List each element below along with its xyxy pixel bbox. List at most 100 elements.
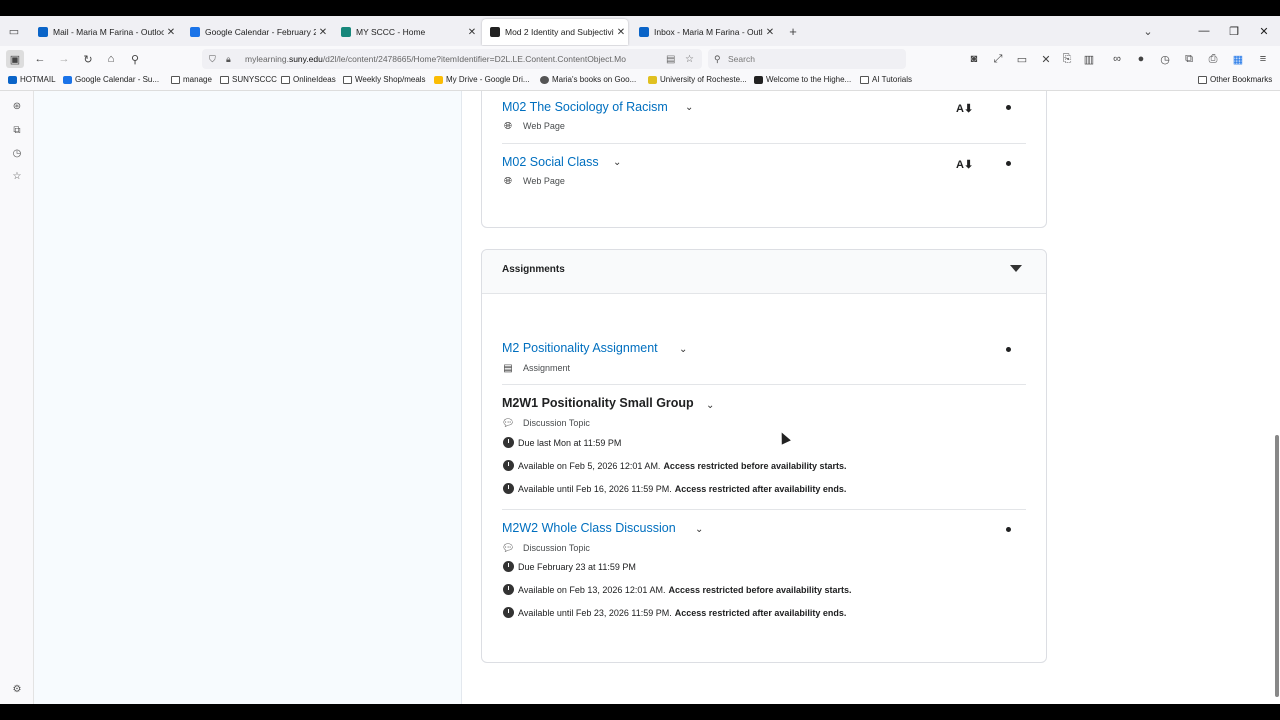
bookmarks-star-icon[interactable]: ☆ <box>11 170 23 182</box>
item-type: 💬︎ Discussion Topic <box>501 417 590 429</box>
bookmark-item[interactable]: University of Rocheste... <box>648 75 747 84</box>
grid-extension-icon[interactable]: ▦ <box>1229 50 1247 68</box>
bookmark-label: SUNYSCCC <box>232 75 277 84</box>
bookmark-item[interactable]: OnlineIdeas <box>281 75 336 84</box>
back-button[interactable]: ← <box>31 50 49 68</box>
search-icon: ⚲ <box>714 53 721 64</box>
bookmark-star-icon[interactable]: ☆ <box>685 54 694 65</box>
screenshot-icon[interactable]: ◙ <box>965 50 983 68</box>
bookmark-item[interactable]: HOTMAIL <box>8 75 56 84</box>
bookmarks-bar: HOTMAIL Google Calendar - Su... manage SUNY… <box>0 72 1280 91</box>
container-icon[interactable]: ▭ <box>1013 50 1031 68</box>
completion-dot[interactable] <box>1006 527 1011 532</box>
url-text[interactable]: mylearning.suny.edu/d2l/le/content/24786… <box>245 54 660 64</box>
folder-icon <box>171 75 180 84</box>
completion-dot[interactable] <box>1006 161 1011 166</box>
browser-tab[interactable]: Google Calendar - February 202 ✕ <box>182 19 330 45</box>
print-icon[interactable]: ⎙ <box>1204 50 1222 68</box>
search-input[interactable]: ⚲ Search <box>708 49 906 69</box>
due-date-row: Due February 23 at 11:59 PM <box>503 561 636 572</box>
jar-icon[interactable]: ▥ <box>1080 50 1098 68</box>
minimize-button[interactable]: — <box>1189 16 1219 46</box>
bookmark-item[interactable]: Other Bookmarks <box>1198 75 1272 84</box>
chevron-down-icon[interactable]: ⌄ <box>613 157 621 168</box>
reader-view-icon[interactable]: ▤ <box>666 54 675 65</box>
sidebar-toggle-icon[interactable]: ▣ <box>6 50 24 68</box>
assignment-icon: ▤ <box>503 362 513 374</box>
chevron-down-icon[interactable]: ⌄ <box>695 524 703 535</box>
completion-dot[interactable] <box>1006 105 1011 110</box>
glasses-icon[interactable]: ∞ <box>1108 50 1126 68</box>
d2l-icon <box>490 27 500 37</box>
list-tabs-icon[interactable]: ⌄ <box>1139 22 1157 40</box>
close-tab-icon[interactable]: ✕ <box>763 27 777 38</box>
item-title-link[interactable]: M02 Social Class <box>502 155 599 169</box>
close-tab-icon[interactable]: ✕ <box>164 27 178 38</box>
reload-button[interactable]: ↻ <box>79 50 97 68</box>
folder-icon <box>860 75 869 84</box>
extension-icon[interactable]: ⚲ <box>126 50 144 68</box>
bookmark-item[interactable]: Google Calendar - Su... <box>63 75 159 84</box>
history-icon[interactable]: ◷ <box>11 147 23 159</box>
folder-icon <box>220 75 229 84</box>
browser-tab[interactable]: Mail - Maria M Farina - Outlook ✕ <box>30 19 178 45</box>
browser-tab[interactable]: Inbox - Maria M Farina - Outlo ✕ <box>631 19 777 45</box>
bookmark-item[interactable]: Welcome to the Highe... <box>754 75 851 84</box>
completion-dot[interactable] <box>1006 347 1011 352</box>
chevron-down-icon[interactable]: ⌄ <box>706 400 714 411</box>
menu-icon[interactable]: ≡ <box>1254 50 1272 68</box>
ai-chat-icon[interactable]: ⊛ <box>11 100 23 112</box>
bookmark-item[interactable]: AI Tutorials <box>860 75 912 84</box>
clock-icon <box>503 584 514 595</box>
item-title: M2W1 Positionality Small Group <box>502 396 694 410</box>
bookmark-item[interactable]: My Drive - Google Dri... <box>434 75 530 84</box>
bookmark-item[interactable]: Weekly Shop/meals <box>343 75 426 84</box>
download-sort-icon[interactable]: A⬇ <box>956 158 973 171</box>
close-tab-icon[interactable]: ✕ <box>316 27 330 38</box>
close-tab-icon[interactable]: ✕ <box>465 27 479 38</box>
item-title-link[interactable]: M2W2 Whole Class Discussion <box>502 521 676 535</box>
globe-icon: 🌐︎ <box>504 120 512 132</box>
browser-tab[interactable]: Mod 2 Identity and Subjectivity ✕ <box>482 19 628 45</box>
item-title-link[interactable]: M2 Positionality Assignment <box>502 341 658 355</box>
chevron-down-icon[interactable]: ⌄ <box>679 344 687 355</box>
download-sort-icon[interactable]: A⬇ <box>956 102 973 115</box>
divider <box>502 143 1026 144</box>
info-extension-icon[interactable]: ● <box>1132 50 1150 68</box>
course-navigation-pane <box>34 91 462 704</box>
tab-label: MY SCCC - Home <box>356 27 426 37</box>
item-title-link[interactable]: M02 The Sociology of Racism <box>502 100 668 114</box>
bookmark-label: Maria's books on Goo... <box>552 75 637 84</box>
settings-gear-icon[interactable]: ⚙ <box>11 683 23 695</box>
tab-overview-icon[interactable]: ▭ <box>5 22 23 40</box>
lock-icon[interactable]: 🔒︎ <box>226 54 231 65</box>
maximize-button[interactable]: ❐ <box>1219 16 1249 46</box>
forward-button[interactable]: → <box>55 50 73 68</box>
address-bar[interactable]: ⛉ 🔒︎ mylearning.suny.edu/d2l/le/content/… <box>202 49 702 69</box>
bookmark-item[interactable]: manage <box>171 75 212 84</box>
bookmark-item[interactable]: SUNYSCCC <box>220 75 277 84</box>
browser-tab[interactable]: MY SCCC - Home ✕ <box>333 19 479 45</box>
synced-tabs-icon[interactable]: ⧉ <box>11 124 23 136</box>
x-extension-icon[interactable]: ✕ <box>1037 50 1055 68</box>
new-tab-button[interactable]: + <box>784 22 802 40</box>
collapse-triangle-icon[interactable] <box>1010 265 1022 272</box>
bookmark-item[interactable]: Maria's books on Goo... <box>540 75 636 84</box>
folder-icon <box>281 75 290 84</box>
extensions-icon[interactable]: ⧉ <box>1180 50 1198 68</box>
expand-icon[interactable]: ⤢ <box>989 50 1007 68</box>
home-button[interactable]: ⌂ <box>102 50 120 68</box>
tracking-shield-icon[interactable]: ⛉ <box>209 54 216 65</box>
close-window-button[interactable]: ✕ <box>1249 16 1279 46</box>
tab-strip: ▭ Mail - Maria M Farina - Outlook ✕ Google… <box>0 16 1280 46</box>
assignments-header[interactable]: Assignments <box>482 250 1046 294</box>
bookmark-label: Weekly Shop/meals <box>355 75 426 84</box>
item-type: 💬︎ Discussion Topic <box>501 542 590 554</box>
close-tab-icon[interactable]: ✕ <box>614 27 628 38</box>
history-icon[interactable]: ◷ <box>1156 50 1174 68</box>
scrollbar-thumb[interactable] <box>1275 435 1279 697</box>
clock-icon <box>503 483 514 494</box>
copy-icon[interactable]: ⎘ <box>1058 50 1076 68</box>
bookmark-label: manage <box>183 75 212 84</box>
chevron-down-icon[interactable]: ⌄ <box>685 102 693 113</box>
